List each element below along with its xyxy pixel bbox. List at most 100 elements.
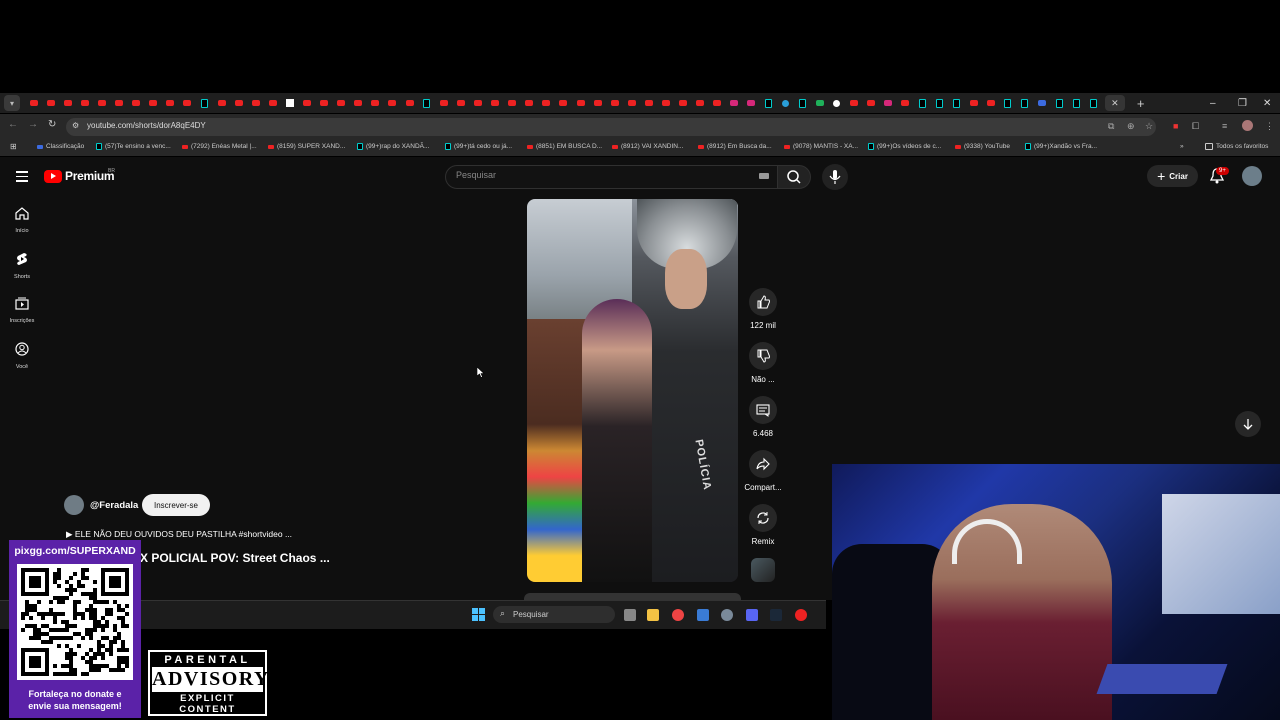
bookmark-star-icon[interactable]: ☆	[1145, 121, 1153, 132]
bookmark-item[interactable]: (7292) Enéas Metal |...	[182, 143, 257, 150]
browser-tab[interactable]	[1035, 96, 1050, 110]
taskbar-search-input[interactable]: ⌕ Pesquisar	[493, 606, 615, 623]
bookmark-item[interactable]: (8159) SUPER XAND...	[268, 143, 345, 150]
browser-tab[interactable]	[163, 96, 178, 110]
browser-tab[interactable]	[300, 96, 315, 110]
all-bookmarks[interactable]: Todos os favoritos	[1205, 143, 1268, 150]
bookmark-item[interactable]: (9338) YouTube	[955, 143, 1010, 150]
sidenav-item-you[interactable]: Você	[0, 342, 44, 370]
site-info-icon[interactable]: ⚙	[72, 121, 79, 130]
like-button[interactable]: 122 mil	[743, 288, 783, 330]
bookmark-item[interactable]: (99+)Xandão vs Fra...	[1025, 143, 1097, 150]
search-button[interactable]	[777, 165, 811, 189]
browser-tab[interactable]	[214, 96, 229, 110]
browser-tab[interactable]	[727, 96, 742, 110]
browser-tab[interactable]	[915, 96, 930, 110]
reload-icon[interactable]: ↻	[48, 119, 56, 130]
url-text[interactable]: youtube.com/shorts/dorA8qE4DY	[87, 117, 206, 135]
browser-tab[interactable]	[1052, 96, 1067, 110]
browser-tab[interactable]	[864, 96, 879, 110]
shorts-video-player[interactable]: POLÍCIA	[527, 199, 738, 582]
bookmark-item[interactable]: (8912) Em Busca da...	[698, 143, 772, 150]
sidenav-item-subscriptions[interactable]: Inscrições	[0, 297, 44, 324]
browser-tab[interactable]	[505, 96, 520, 110]
browser-tab[interactable]	[43, 96, 58, 110]
browser-tab[interactable]	[761, 96, 776, 110]
steam-icon[interactable]	[770, 609, 782, 621]
browser-tab[interactable]	[180, 96, 195, 110]
chrome-icon[interactable]	[672, 609, 684, 621]
browser-tab[interactable]	[129, 96, 144, 110]
bookmarks-more[interactable]: »	[1180, 143, 1184, 150]
browser-tab[interactable]	[385, 96, 400, 110]
browser-tab[interactable]	[983, 96, 998, 110]
browser-tab[interactable]	[949, 96, 964, 110]
file-explorer-icon[interactable]	[647, 609, 659, 621]
discord-icon[interactable]	[746, 609, 758, 621]
share-button[interactable]: Compart...	[743, 450, 783, 492]
bookmark-item[interactable]: (8912) VAI XANDIN...	[612, 143, 683, 150]
browser-tab[interactable]	[265, 96, 280, 110]
media-icon[interactable]: ≡	[1222, 121, 1227, 131]
browser-tab[interactable]	[658, 96, 673, 110]
new-tab-button[interactable]: +	[1137, 96, 1145, 111]
profile-icon[interactable]	[1242, 120, 1253, 131]
active-tab[interactable]: ✕	[1104, 95, 1125, 111]
forward-icon[interactable]: →	[28, 119, 38, 130]
account-avatar[interactable]	[1242, 166, 1262, 186]
browser-tab[interactable]	[26, 96, 41, 110]
browser-tab[interactable]	[60, 96, 75, 110]
menu-icon[interactable]: ⋮	[1265, 121, 1274, 132]
voice-search-button[interactable]	[822, 164, 848, 190]
settings-icon[interactable]	[721, 609, 733, 621]
browser-tab[interactable]	[146, 96, 161, 110]
extensions-puzzle-icon[interactable]: ⧠	[1192, 121, 1199, 132]
browser-tab[interactable]	[94, 96, 109, 110]
youtube-logo[interactable]: Premium	[44, 169, 115, 183]
browser-tab[interactable]	[710, 96, 725, 110]
browser-tab[interactable]	[795, 96, 810, 110]
dislike-button[interactable]: Não ...	[743, 342, 783, 384]
apps-icon[interactable]: ⊞	[10, 142, 17, 151]
extension-icon[interactable]: ■	[1173, 121, 1178, 131]
minimize-icon[interactable]: –	[1210, 93, 1216, 113]
back-icon[interactable]: ←	[8, 119, 18, 130]
bookmark-item[interactable]: (99+)rap do XANDÃ...	[357, 143, 429, 150]
browser-tab[interactable]	[624, 96, 639, 110]
remix-button[interactable]: Remix	[743, 504, 783, 546]
keyboard-icon[interactable]	[759, 173, 769, 179]
audio-description[interactable]: ▶ ELE NÃO DEU OUVIDOS DEU PASTILHA #shor…	[66, 529, 292, 540]
maximize-icon[interactable]: ❐	[1238, 93, 1247, 113]
browser-tab[interactable]	[778, 96, 793, 110]
browser-tab[interactable]	[847, 96, 862, 110]
windows-start-icon[interactable]	[472, 608, 486, 622]
next-short-preview[interactable]	[524, 593, 741, 600]
bookmark-item[interactable]: (8851) EM BUSCA D...	[527, 143, 602, 150]
browser-tab[interactable]	[556, 96, 571, 110]
browser-tab[interactable]	[881, 96, 896, 110]
hamburger-menu-icon[interactable]	[16, 171, 28, 185]
browser-tab[interactable]	[676, 96, 691, 110]
browser-tab[interactable]	[829, 96, 844, 110]
browser-tab[interactable]	[453, 96, 468, 110]
app-icon[interactable]	[697, 609, 709, 621]
browser-tab[interactable]	[470, 96, 485, 110]
create-button[interactable]: + Criar	[1147, 165, 1198, 187]
omnibox[interactable]: ⚙	[66, 118, 1156, 136]
channel-name[interactable]: @Feradala	[90, 500, 138, 511]
install-icon[interactable]: ⧉	[1108, 121, 1114, 132]
close-tab-icon[interactable]: ✕	[1111, 98, 1119, 109]
bookmark-item[interactable]: (9078) MANTIS - XA...	[784, 143, 858, 150]
browser-tab[interactable]	[607, 96, 622, 110]
browser-tab[interactable]	[77, 96, 92, 110]
browser-tab[interactable]	[1017, 96, 1032, 110]
zoom-icon[interactable]: ⊕	[1127, 121, 1135, 132]
next-short-button[interactable]	[1235, 411, 1261, 437]
browser-tab[interactable]	[1069, 96, 1084, 110]
bookmark-item[interactable]: Classificação	[37, 143, 84, 150]
browser-tab[interactable]	[812, 96, 827, 110]
browser-tab[interactable]	[488, 96, 503, 110]
browser-tab[interactable]	[351, 96, 366, 110]
sidenav-item-shorts[interactable]: Shorts	[0, 252, 44, 280]
window-close-icon[interactable]: ✕	[1263, 93, 1271, 113]
